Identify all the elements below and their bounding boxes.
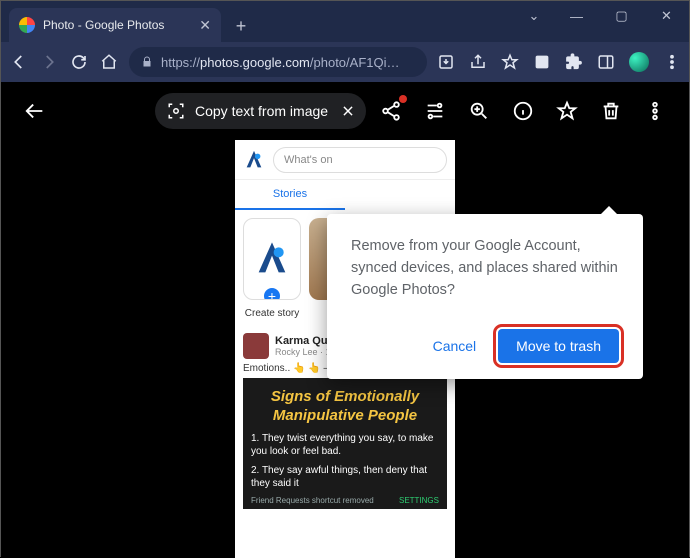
viewer-toolbar: Copy text from image — [1, 82, 689, 140]
snackbar-action: SETTINGS — [399, 496, 439, 505]
new-tab-button[interactable]: + — [227, 12, 255, 40]
meme-title: Signs of EmotionallyManipulative People — [251, 388, 439, 426]
app-logo-icon — [243, 149, 265, 171]
back-button[interactable] — [9, 52, 29, 72]
app-tabs: Stories — [235, 180, 455, 210]
photo-viewer: Copy text from image What's on Stories — [1, 82, 689, 558]
app-search-input: What's on — [273, 147, 447, 173]
viewer-more-button[interactable] — [635, 91, 675, 131]
plus-badge-icon: + — [261, 285, 283, 300]
lock-icon — [141, 56, 153, 68]
snackbar-text: Friend Requests shortcut removed — [251, 496, 374, 505]
browser-menu-icon[interactable] — [663, 52, 681, 72]
dialog-message: Remove from your Google Account, synced … — [351, 236, 619, 301]
delete-confirm-dialog: Remove from your Google Account, synced … — [327, 214, 643, 379]
install-app-icon[interactable] — [437, 52, 455, 72]
profile-avatar-icon[interactable] — [629, 52, 649, 72]
viewer-info-button[interactable] — [503, 91, 543, 131]
cancel-button[interactable]: Cancel — [423, 330, 487, 362]
meme-line: 2. They say awful things, then deny that… — [251, 464, 439, 490]
viewer-favorite-button[interactable] — [547, 91, 587, 131]
forward-button[interactable] — [39, 52, 59, 72]
lens-icon — [167, 102, 185, 120]
pill-label: Copy text from image — [195, 103, 328, 119]
window-close-button[interactable]: ✕ — [644, 1, 689, 31]
browser-toolbar: https://photos.google.com/photo/AF1Qi… — [1, 42, 689, 82]
create-story-label: Create story — [243, 308, 301, 319]
share-icon[interactable] — [469, 52, 487, 72]
post-avatar-icon — [243, 333, 269, 359]
browser-tab[interactable]: Photo - Google Photos ✕ — [9, 8, 221, 42]
viewer-back-button[interactable] — [15, 91, 55, 131]
extension-icon[interactable] — [533, 52, 551, 72]
post-image: Signs of EmotionallyManipulative People … — [243, 378, 447, 509]
viewer-delete-button[interactable] — [591, 91, 631, 131]
google-photos-favicon — [19, 17, 35, 33]
url-text: https://photos.google.com/photo/AF1Qi… — [161, 55, 400, 70]
window-maximize-button[interactable]: ▢ — [599, 1, 644, 31]
tab-close-icon[interactable]: ✕ — [199, 17, 211, 34]
reload-button[interactable] — [69, 52, 89, 72]
address-bar[interactable]: https://photos.google.com/photo/AF1Qi… — [129, 47, 427, 77]
viewer-zoom-button[interactable] — [459, 91, 499, 131]
copy-text-pill[interactable]: Copy text from image — [155, 93, 366, 129]
tab-title: Photo - Google Photos — [43, 18, 191, 32]
app-logo-large-icon — [252, 239, 292, 279]
create-story-card: + — [243, 218, 301, 300]
pill-close-icon[interactable] — [338, 101, 358, 121]
extensions-puzzle-icon[interactable] — [565, 52, 583, 72]
tab-search-icon[interactable]: ⌄ — [514, 1, 554, 31]
move-to-trash-button[interactable]: Move to trash — [498, 329, 619, 363]
tab-stories: Stories — [235, 180, 345, 210]
window-minimize-button[interactable]: — — [554, 1, 599, 31]
bookmark-star-icon[interactable] — [501, 52, 519, 72]
home-button[interactable] — [99, 52, 119, 72]
snackbar: Friend Requests shortcut removed SETTING… — [251, 496, 439, 505]
meme-line: 1. They twist everything you say, to mak… — [251, 432, 439, 458]
viewer-share-button[interactable] — [371, 91, 411, 131]
viewer-edit-button[interactable] — [415, 91, 455, 131]
sidepanel-icon[interactable] — [597, 52, 615, 72]
window-controls: ⌄ — ▢ ✕ — [514, 1, 689, 31]
app-header: What's on — [235, 140, 455, 180]
window-titlebar: Photo - Google Photos ✕ + ⌄ — ▢ ✕ — [1, 1, 689, 42]
